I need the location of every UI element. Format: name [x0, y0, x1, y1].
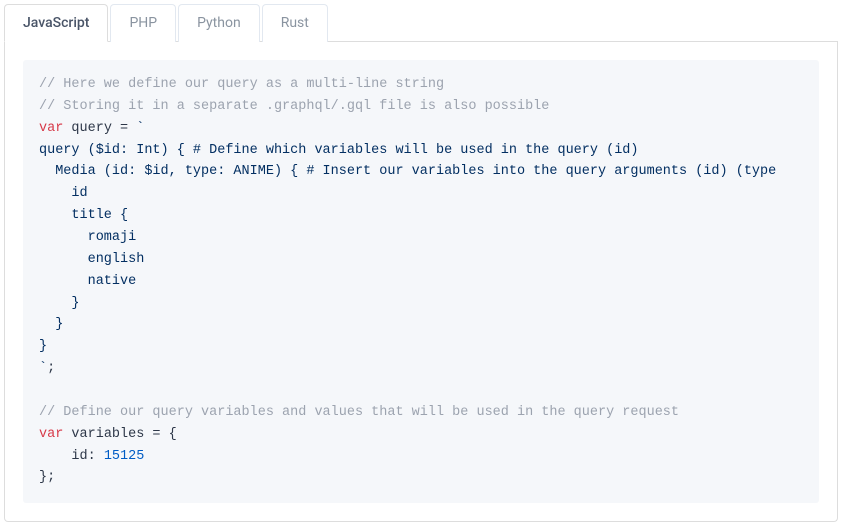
- code-line: }: [39, 339, 47, 354]
- code-token: id:: [39, 449, 104, 464]
- code-token: var: [39, 427, 63, 442]
- tab-php[interactable]: PHP: [110, 4, 176, 42]
- code-line: id: [39, 186, 88, 201]
- code-token: var: [39, 121, 63, 136]
- code-line: title {: [39, 208, 128, 223]
- tab-rust[interactable]: Rust: [262, 4, 328, 42]
- code-token: variables = {: [63, 427, 176, 442]
- code-block: // Here we define our query as a multi-l…: [23, 60, 819, 503]
- code-token: query =: [63, 121, 136, 136]
- code-line: }: [39, 296, 80, 311]
- code-line: // Here we define our query as a multi-l…: [39, 77, 444, 92]
- tabs-bar: JavaScript PHP Python Rust: [4, 4, 838, 42]
- code-line: english: [39, 252, 144, 267]
- code-token: ;: [47, 361, 55, 376]
- code-line: }: [39, 317, 63, 332]
- code-line: query ($id: Int) { # Define which variab…: [39, 143, 639, 158]
- code-token: `: [39, 361, 47, 376]
- tab-javascript[interactable]: JavaScript: [4, 4, 108, 42]
- code-token: `: [136, 121, 144, 136]
- code-line: romaji: [39, 230, 136, 245]
- code-line: };: [39, 470, 55, 485]
- tab-content: // Here we define our query as a multi-l…: [4, 42, 838, 522]
- code: // Here we define our query as a multi-l…: [39, 74, 803, 489]
- code-line: Media (id: $id, type: ANIME) { # Insert …: [39, 164, 776, 179]
- code-token: 15125: [104, 449, 145, 464]
- code-line: // Define our query variables and values…: [39, 405, 679, 420]
- tabbed-code-example: JavaScript PHP Python Rust // Here we de…: [4, 4, 838, 522]
- code-line: native: [39, 274, 136, 289]
- code-line: // Storing it in a separate .graphql/.gq…: [39, 99, 549, 114]
- tab-python[interactable]: Python: [178, 4, 260, 42]
